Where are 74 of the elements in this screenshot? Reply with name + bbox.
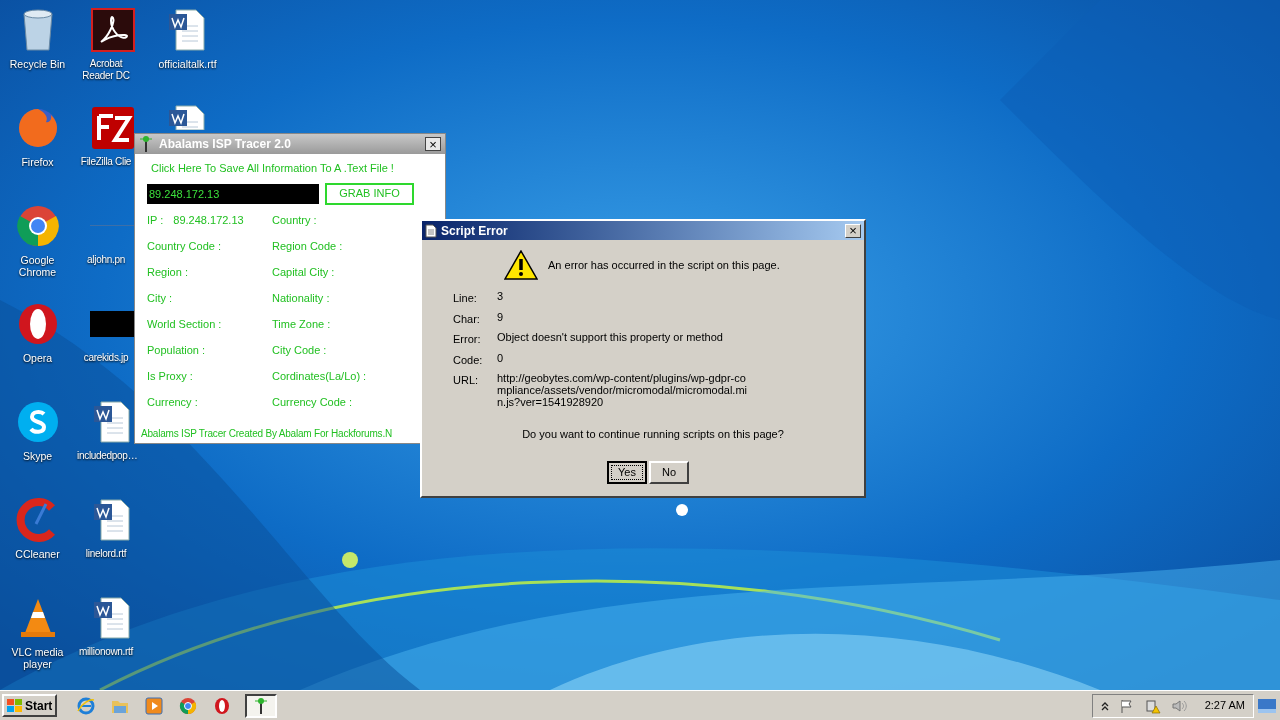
detail-value: 0: [497, 351, 505, 366]
field-label: Region :: [147, 265, 188, 281]
desktop-icon-label[interactable]: officialtalk.rtf: [151, 58, 224, 70]
window-title: Abalams ISP Tracer 2.0: [159, 136, 292, 153]
start-button[interactable]: Start: [2, 694, 58, 717]
desktop-icon-label[interactable]: Opera: [1, 352, 74, 364]
field-label: City :: [147, 291, 173, 307]
acrobat-icon: [90, 8, 135, 52]
desktop-icon-label[interactable]: millionown.rtf: [77, 646, 135, 658]
footer-text: Abalams ISP Tracer Created By Abalam For Hackforums.N: [141, 427, 393, 441]
detail-label: Line:: [453, 291, 478, 306]
field-label: Nationality :: [272, 291, 330, 307]
internet-explorer-icon[interactable]: [77, 696, 96, 715]
network-warning-icon[interactable]: [1144, 697, 1161, 714]
desktop-icon-label[interactable]: linelord.rtf: [77, 548, 135, 560]
detail-label: Code:: [453, 352, 484, 368]
question-text: Do you want to continue running scripts on this page?: [521, 427, 785, 442]
field-label: Capital City :: [272, 265, 335, 281]
image-thumbnail-icon: [89, 311, 136, 337]
window-title: Script Error: [441, 222, 509, 240]
ip-input-field[interactable]: 89.248.172.13: [147, 183, 319, 204]
detail-value: 3: [497, 290, 505, 304]
chrome-icon: [15, 204, 60, 248]
antenna-icon: [139, 135, 153, 153]
clock[interactable]: 2:27 AM: [1204, 697, 1245, 714]
detail-value: Object doesn't support this property or method: [497, 331, 724, 345]
desktop-icon-label[interactable]: carekids.jp: [77, 352, 135, 364]
desktop-icon-label[interactable]: Skype: [1, 450, 74, 462]
opera-icon[interactable]: [213, 696, 232, 715]
antenna-icon: [254, 696, 269, 715]
taskbar-button[interactable]: [245, 693, 278, 718]
flag-icon[interactable]: [1118, 697, 1135, 714]
field-label: Currency Code :: [272, 395, 353, 411]
desktop-icon-label[interactable]: Acrobat Reader DC: [77, 58, 135, 82]
field-label: IP :: [147, 213, 164, 229]
speaker-icon[interactable]: [1170, 697, 1187, 714]
field-label: Currency :: [147, 395, 198, 411]
field-value: 89.248.172.13: [173, 213, 244, 229]
field-label: Cordinates(La/Lo) :: [272, 369, 367, 385]
close-button[interactable]: ×: [845, 223, 861, 238]
desktop-icon-label[interactable]: Firefox: [1, 156, 74, 168]
close-button[interactable]: ×: [425, 137, 441, 151]
detail-label: URL:: [453, 373, 480, 388]
field-label: World Section :: [147, 317, 222, 333]
desktop-icon-label[interactable]: Recycle Bin: [1, 58, 74, 70]
desktop-icon-label[interactable]: FileZilla Clie: [77, 156, 135, 168]
play-icon[interactable]: [145, 696, 164, 715]
chevron-up-icon[interactable]: [1100, 700, 1109, 711]
document-icon: [425, 223, 437, 238]
field-label: Time Zone :: [272, 317, 331, 333]
windows-logo-icon: [7, 698, 23, 713]
desktop-icon-label[interactable]: CCleaner: [1, 548, 74, 560]
warning-icon: [504, 250, 538, 280]
detail-value: 9: [497, 310, 505, 325]
error-message: An error has occurred in the script on this page.: [548, 257, 780, 273]
field-label: Country Code :: [147, 239, 221, 255]
chrome-icon[interactable]: [179, 696, 198, 715]
field-label: Population :: [147, 343, 206, 359]
skype-icon: [15, 400, 60, 444]
detail-value: http://geobytes.com/wp-content/plugins/wp-gdpr-compliance/assets/vendor/micromodal/micromodal.min.js?ver=1541928920: [497, 372, 749, 408]
detail-label: Error:: [453, 332, 482, 347]
show-desktop-icon[interactable]: [1258, 698, 1276, 713]
desktop-icon-label[interactable]: Google Chrome: [1, 254, 74, 278]
desktop-icon-label[interactable]: aljohn.pn: [77, 254, 135, 266]
field-label: Is Proxy :: [147, 369, 193, 385]
detail-label: Char:: [453, 311, 481, 327]
dialog-button[interactable]: Yes: [607, 460, 647, 484]
dialog-button[interactable]: No: [649, 460, 689, 484]
desktop-icon-label[interactable]: VLC media player: [1, 646, 74, 670]
desktop-icon-label[interactable]: includedpop…: [77, 450, 135, 462]
image-thumbnail-icon: [89, 224, 136, 228]
field-label: City Code :: [272, 343, 327, 359]
field-label: Region Code :: [272, 239, 343, 255]
field-label: Country :: [272, 213, 317, 229]
